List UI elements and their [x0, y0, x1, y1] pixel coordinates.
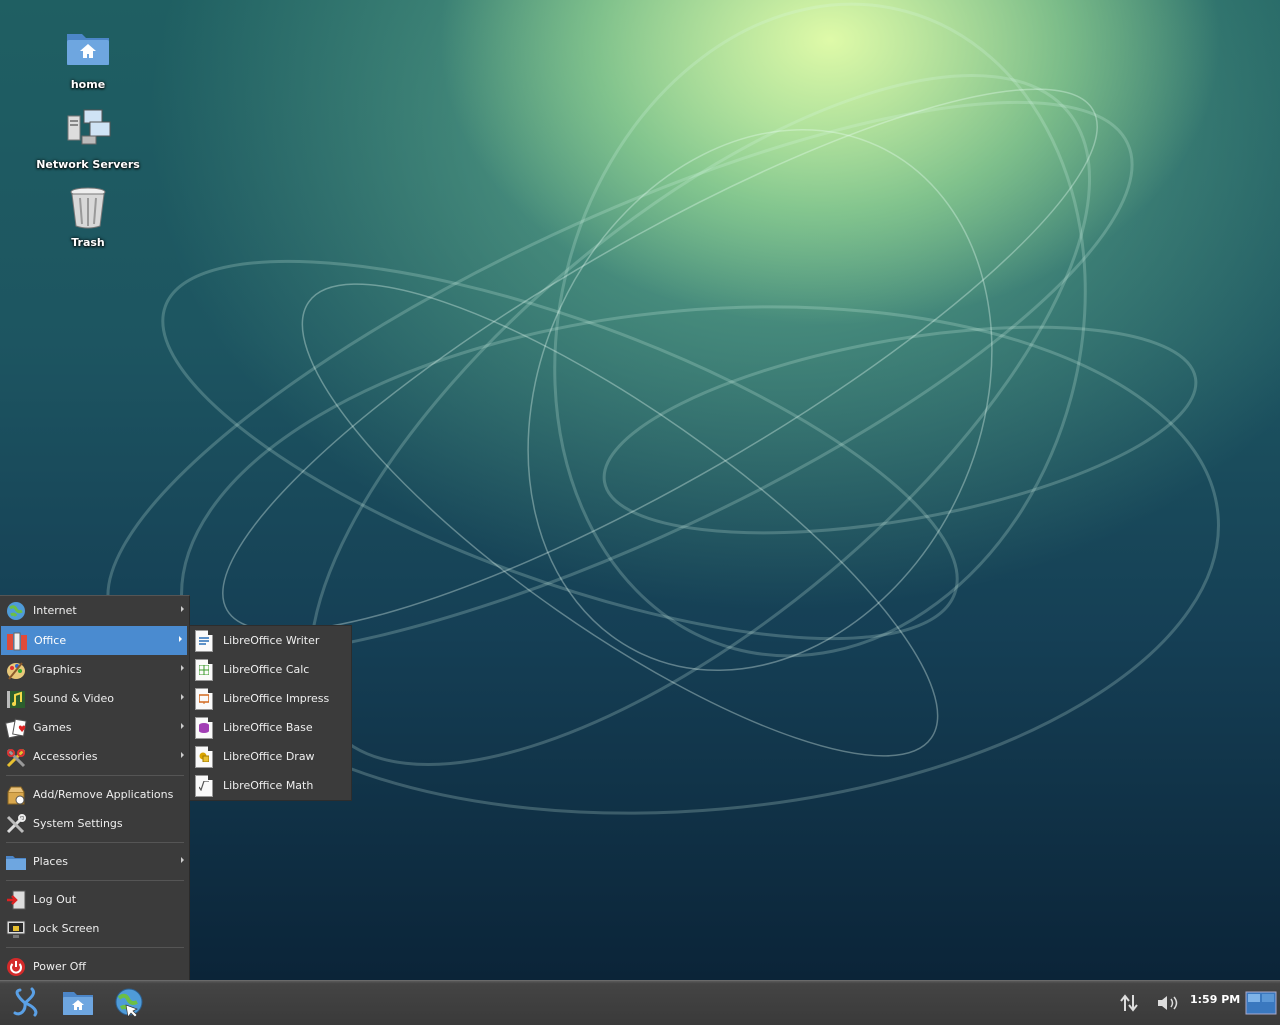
submenu-arrow-icon — [181, 857, 184, 863]
menu-item-label: Graphics — [33, 663, 82, 676]
home-folder-icon — [63, 992, 93, 1015]
submenu-arrow-icon — [181, 694, 184, 700]
menu-separator — [6, 880, 184, 881]
logout-icon — [5, 889, 27, 911]
submenu-arrow-icon — [181, 606, 184, 612]
menu-separator — [6, 947, 184, 948]
start-menu-button[interactable] — [8, 987, 42, 1019]
wallpaper-swirl — [106, 2, 1220, 815]
submenu-arrow-icon — [181, 723, 184, 729]
submenu-item-libreoffice-math[interactable]: LibreOffice Math — [190, 771, 351, 800]
menu-item-label: Places — [33, 855, 68, 868]
menu-item-accessories[interactable]: Accessories — [0, 742, 189, 771]
menu-item-lock-screen[interactable]: Lock Screen — [0, 914, 189, 943]
menu-item-label: Internet — [33, 604, 77, 617]
menu-item-label: Lock Screen — [33, 922, 100, 935]
submenu-arrow-icon — [181, 752, 184, 758]
svg-text:♥: ♥ — [18, 725, 26, 735]
menu-item-log-out[interactable]: Log Out — [0, 885, 189, 914]
desktop-icon-label: Trash — [71, 236, 105, 249]
taskbar — [0, 980, 1280, 1025]
menu-item-graphics[interactable]: Graphics — [0, 655, 189, 684]
menu-item-label: Add/Remove Applications — [33, 788, 174, 801]
menu-item-power-off[interactable]: Power Off — [0, 952, 189, 981]
submenu-item-label: LibreOffice Impress — [223, 692, 330, 705]
menu-item-label: System Settings — [33, 817, 123, 830]
submenu-item-libreoffice-draw[interactable]: LibreOffice Draw — [190, 742, 351, 771]
games-icon: ♥ — [5, 717, 27, 739]
network-arrows-icon — [1120, 994, 1138, 1012]
draw-icon — [195, 745, 213, 768]
globe-icon — [5, 600, 27, 622]
submenu-item-libreoffice-calc[interactable]: LibreOffice Calc — [190, 655, 351, 684]
submenu-item-libreoffice-writer[interactable]: LibreOffice Writer — [190, 626, 351, 655]
show-desktop-button[interactable] — [1244, 987, 1278, 1019]
menu-item-label: Power Off — [33, 960, 86, 973]
submenu-item-label: LibreOffice Draw — [223, 750, 315, 763]
menu-item-label: Sound & Video — [33, 692, 115, 705]
desktop-wallpaper: home Network Servers Trash — [0, 0, 1280, 980]
menu-item-places[interactable]: Places — [0, 847, 189, 876]
submenu-item-label: LibreOffice Math — [223, 779, 314, 792]
submenu-item-label: LibreOffice Calc — [223, 663, 310, 676]
accessories-icon — [5, 746, 27, 768]
desktop-icon-home[interactable]: home — [33, 28, 143, 91]
lock-screen-icon — [5, 918, 27, 940]
math-icon — [195, 774, 213, 797]
sound-video-icon — [5, 688, 27, 710]
web-browser-icon — [115, 988, 143, 1018]
impress-icon — [195, 687, 213, 710]
menu-item-office[interactable]: Office — [1, 626, 187, 655]
menu-item-internet[interactable]: Internet — [0, 596, 189, 625]
desktop-switcher-icon — [1245, 991, 1277, 1015]
desktop-icon-label: home — [70, 78, 106, 91]
start-menu: Internet Office Graphics Sound & Video ♥… — [0, 595, 190, 981]
menu-item-label: Games — [33, 721, 72, 734]
folder-icon — [5, 851, 27, 873]
settings-icon — [5, 813, 27, 835]
taskbar-file-manager-launcher[interactable] — [61, 987, 95, 1019]
power-icon — [5, 956, 27, 978]
taskbar-web-browser-launcher[interactable] — [112, 987, 146, 1019]
graphics-icon — [5, 659, 27, 681]
calc-icon — [195, 658, 213, 681]
submenu-item-libreoffice-base[interactable]: LibreOffice Base — [190, 713, 351, 742]
taskbar-clock[interactable]: 1:59 PM — [1190, 993, 1240, 1006]
menu-separator — [6, 775, 184, 776]
network-status-button[interactable] — [1114, 987, 1144, 1019]
submenu-arrow-icon — [181, 665, 184, 671]
home-folder-icon — [64, 28, 112, 76]
distro-logo-icon — [13, 987, 38, 1017]
submenu-item-libreoffice-impress[interactable]: LibreOffice Impress — [190, 684, 351, 713]
menu-item-sound-video[interactable]: Sound & Video — [0, 684, 189, 713]
office-submenu: LibreOffice Writer LibreOffice Calc Libr… — [189, 625, 352, 801]
volume-button[interactable] — [1152, 987, 1184, 1019]
submenu-arrow-icon — [179, 636, 182, 642]
base-icon — [195, 716, 213, 739]
menu-item-system-settings[interactable]: System Settings — [0, 809, 189, 838]
volume-icon — [1158, 996, 1178, 1010]
office-icon — [6, 630, 28, 652]
trash-icon — [64, 186, 112, 234]
submenu-item-label: LibreOffice Base — [223, 721, 313, 734]
menu-item-games[interactable]: ♥ Games — [0, 713, 189, 742]
writer-icon — [195, 629, 213, 652]
menu-item-label: Log Out — [33, 893, 77, 906]
network-servers-icon — [64, 108, 112, 156]
desktop-icon-trash[interactable]: Trash — [33, 186, 143, 249]
menu-item-label: Office — [34, 634, 67, 647]
add-remove-icon — [5, 784, 27, 806]
desktop-icon-network-servers[interactable]: Network Servers — [33, 108, 143, 171]
menu-item-add-remove-applications[interactable]: Add/Remove Applications — [0, 780, 189, 809]
menu-item-label: Accessories — [33, 750, 98, 763]
menu-separator — [6, 842, 184, 843]
desktop-icon-label: Network Servers — [36, 158, 140, 171]
submenu-item-label: LibreOffice Writer — [223, 634, 320, 647]
